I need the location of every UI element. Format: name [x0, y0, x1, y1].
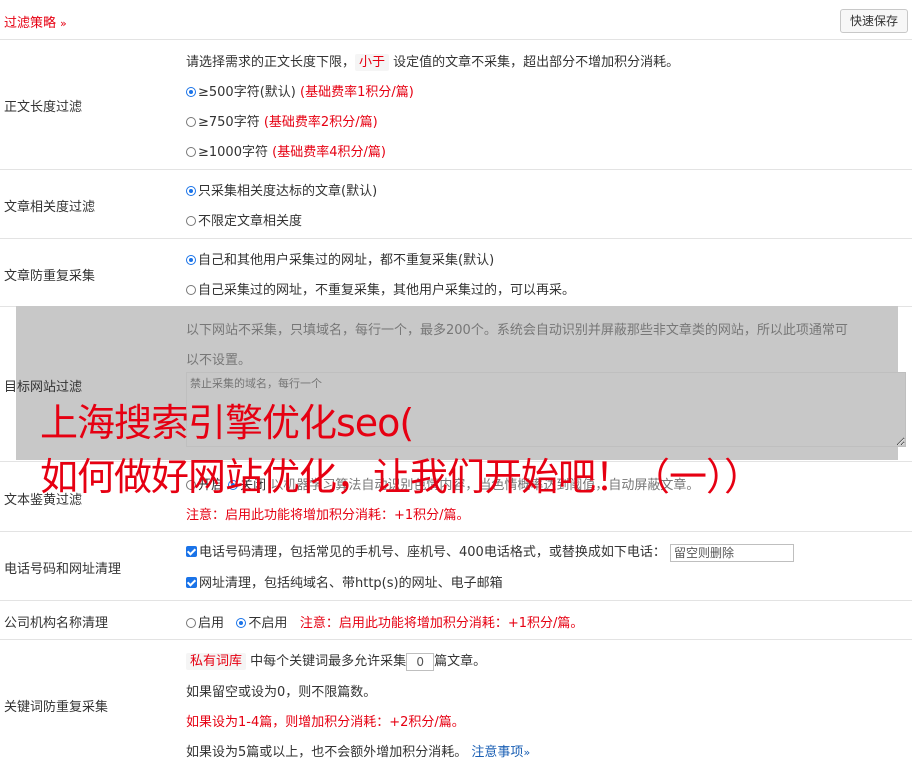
length-option-500[interactable]: ≥500字符(默认) (基础费率1积分/篇) — [186, 81, 414, 100]
row-label: 文章防重复采集 — [4, 269, 96, 284]
private-lexicon-tag[interactable]: 私有词库 — [186, 653, 247, 670]
radio-button[interactable] — [186, 618, 196, 628]
dedupe-option-self[interactable]: 自己采集过的网址，不重复采集，其他用户采集过的，可以再采。 — [186, 279, 575, 298]
radio-button[interactable] — [186, 186, 196, 196]
porn-filter-note: 注意：启用此功能将增加积分消耗：+1积分/篇。 — [186, 508, 470, 523]
keyword-dedupe-line-3: 如果设为1-4篇，则增加积分消耗：+2积分/篇。 — [186, 715, 465, 730]
chevron-down-icon: » — [523, 746, 531, 759]
max-articles-input[interactable]: 0 — [406, 652, 435, 671]
keyword-dedupe-row: 关键词防重复采集 私有词库 中每个关键词最多允许采集 0 篇文章。 如果留空或设为0… — [0, 640, 912, 770]
radio-button[interactable] — [186, 87, 196, 97]
section-title[interactable]: 过滤策略» — [4, 12, 67, 31]
chevron-down-icon: » — [60, 17, 67, 30]
filter-strategy-header: 过滤策略» 快速保存 — [0, 0, 912, 40]
row-label: 文章相关度过滤 — [4, 200, 96, 215]
replace-phone-input[interactable]: 留空则删除 — [669, 543, 794, 562]
less-than-tag: 小于 — [355, 54, 390, 71]
length-option-750[interactable]: ≥750字符 (基础费率2积分/篇) — [186, 111, 378, 130]
radio-button[interactable] — [186, 216, 196, 226]
keyword-dedupe-line-1: 私有词库 中每个关键词最多允许采集 0 篇文章。 — [186, 650, 486, 671]
quick-save-button[interactable]: 快速保存 — [839, 9, 908, 33]
relevance-option-strict[interactable]: 只采集相关度达标的文章(默认) — [186, 180, 377, 199]
keyword-dedupe-line-4: 如果设为5篇或以上，也不会额外增加积分消耗。 注意事项» — [186, 745, 531, 760]
relevance-option-any[interactable]: 不限定文章相关度 — [186, 210, 302, 229]
org-clean-options: 启用 不启用 注意：启用此功能将增加积分消耗：+1积分/篇。 — [186, 612, 583, 631]
radio-button[interactable] — [186, 285, 196, 295]
watermark-line-1: 上海搜索引擎优化seo( — [40, 401, 414, 445]
radio-button[interactable] — [186, 147, 196, 157]
dedupe-row: 文章防重复采集 自己和其他用户采集过的网址，都不重复采集(默认) 自己采集过的网… — [0, 239, 912, 307]
target-site-desc-2: 以不设置。 — [186, 353, 252, 368]
radio-button[interactable] — [186, 117, 196, 127]
dedupe-option-all[interactable]: 自己和其他用户采集过的网址，都不重复采集(默认) — [186, 249, 494, 268]
relevance-row: 文章相关度过滤 只采集相关度达标的文章(默认) 不限定文章相关度 — [0, 170, 912, 239]
radio-button[interactable] — [186, 255, 196, 265]
length-filter-row: 正文长度过滤 请选择需求的正文长度下限， 小于 设定值的文章不采集，超出部分不增加… — [0, 40, 912, 170]
row-label: 正文长度过滤 — [4, 100, 83, 115]
phone-clean-option[interactable]: 电话号码清理，包括常见的手机号、座机号、400电话格式，或替换成如下电话： 留空… — [186, 541, 794, 562]
checkbox[interactable] — [186, 577, 197, 588]
watermark-line-2: 如何做好网站优化，让我们开始吧！（一）） — [40, 455, 762, 499]
phone-clean-row: 电话号码和网址清理 电话号码清理，包括常见的手机号、座机号、400电话格式，或替… — [0, 532, 912, 601]
row-label: 电话号码和网址清理 — [4, 562, 122, 577]
org-clean-row: 公司机构名称清理 启用 不启用 注意：启用此功能将增加积分消耗：+1积分/篇。 — [0, 601, 912, 640]
radio-button[interactable] — [236, 618, 247, 628]
length-intro: 请选择需求的正文长度下限， 小于 设定值的文章不采集，超出部分不增加积分消耗。 — [186, 54, 680, 71]
row-label: 关键词防重复采集 — [4, 700, 109, 715]
target-site-desc-1: 以下网站不采集，只填域名，每行一个，最多200个。系统会自动识别并屏蔽那些非文章… — [186, 323, 848, 338]
length-option-1000[interactable]: ≥1000字符 (基础费率4积分/篇) — [186, 141, 386, 160]
url-clean-option[interactable]: 网址清理，包括纯域名、带http(s)的网址、电子邮箱 — [186, 572, 503, 591]
keyword-dedupe-line-2: 如果留空或设为0，则不限篇数。 — [186, 685, 377, 700]
row-label: 公司机构名称清理 — [4, 616, 109, 631]
notes-link[interactable]: 注意事项» — [471, 745, 530, 760]
checkbox[interactable] — [186, 546, 197, 557]
